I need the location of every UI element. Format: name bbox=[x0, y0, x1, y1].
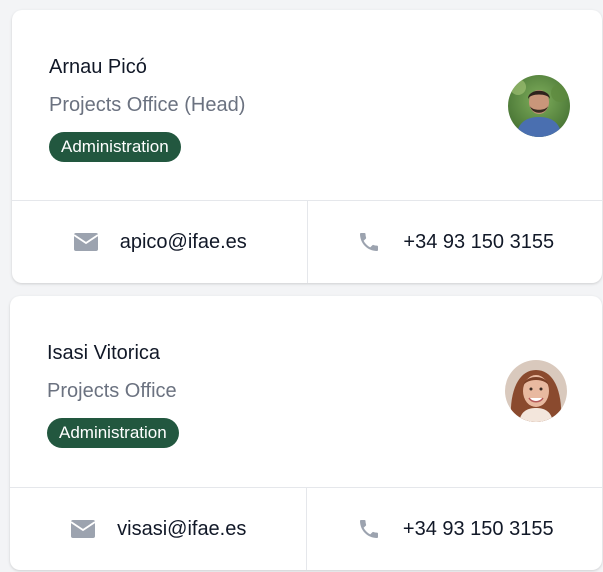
avatar-photo-female bbox=[505, 360, 567, 422]
phone-icon bbox=[355, 228, 383, 256]
phone-number: +34 93 150 3155 bbox=[402, 517, 554, 540]
contact-role: Projects Office bbox=[47, 380, 177, 402]
contact-name: Arnau Picó bbox=[49, 56, 147, 78]
contact-card-actions: apico@ifae.es +34 93 150 3155 bbox=[12, 200, 602, 283]
avatar-photo-male bbox=[508, 75, 570, 137]
contact-role: Projects Office (Head) bbox=[49, 94, 246, 116]
department-badge: Administration bbox=[47, 418, 179, 448]
contact-name: Isasi Vitorica bbox=[47, 342, 161, 364]
email-address: visasi@ifae.es bbox=[117, 517, 247, 540]
email-address: apico@ifae.es bbox=[119, 230, 247, 253]
contact-card: Arnau Picó Projects Office (Head) Admini… bbox=[12, 10, 602, 283]
phone-button[interactable]: +34 93 150 3155 bbox=[305, 488, 603, 570]
phone-button[interactable]: +34 93 150 3155 bbox=[306, 201, 603, 283]
mail-icon bbox=[72, 228, 100, 256]
email-button[interactable]: visasi@ifae.es bbox=[10, 488, 306, 570]
contact-card: Isasi Vitorica Projects Office Administr… bbox=[10, 296, 602, 570]
phone-icon bbox=[355, 515, 383, 543]
mail-icon bbox=[69, 515, 97, 543]
contact-card-header: Isasi Vitorica Projects Office Administr… bbox=[10, 296, 602, 487]
contact-card-header: Arnau Picó Projects Office (Head) Admini… bbox=[12, 10, 602, 201]
avatar bbox=[508, 75, 570, 137]
contact-card-actions: visasi@ifae.es +34 93 150 3155 bbox=[10, 487, 602, 570]
avatar bbox=[505, 360, 567, 422]
email-button[interactable]: apico@ifae.es bbox=[12, 201, 307, 283]
phone-number: +34 93 150 3155 bbox=[403, 230, 555, 253]
department-badge: Administration bbox=[49, 132, 181, 162]
